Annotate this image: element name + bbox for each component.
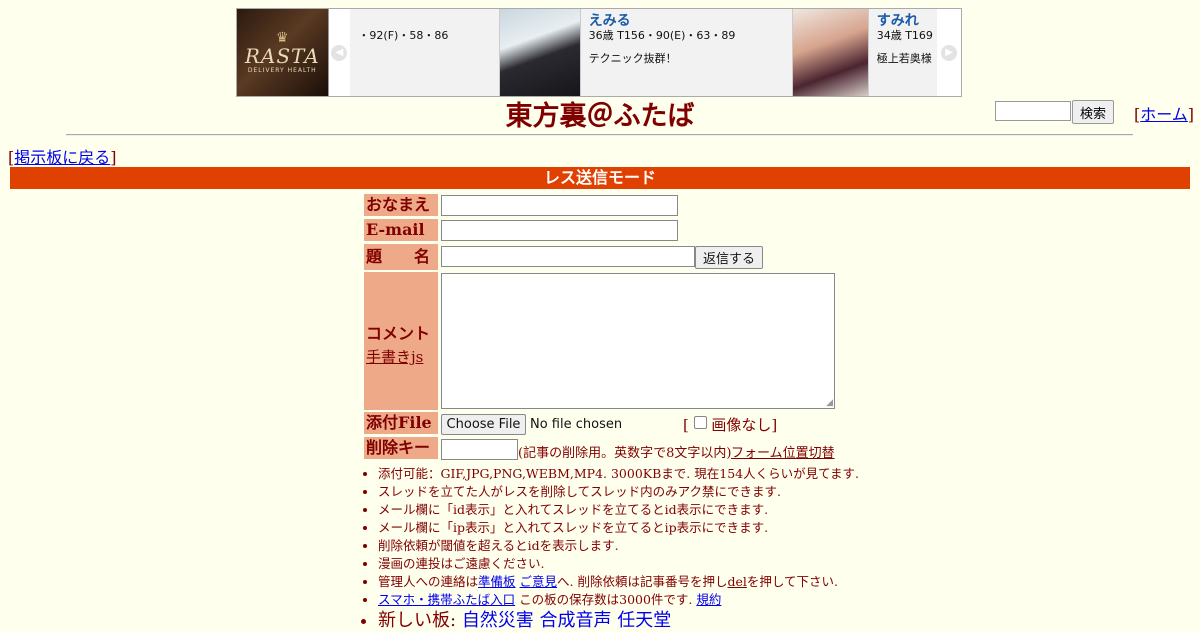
contact-text-2: へ. 削除依頼は記事番号を押し [557,574,728,589]
ad-slide-name[interactable]: えみる [589,13,736,29]
handwrite-js-link[interactable]: 手書きjs [366,346,438,367]
no-file-chosen-text: No file chosen [530,417,623,432]
ad-slide[interactable]: ・92(F)・58・86 [350,9,500,96]
board-link[interactable]: 任天堂 [617,610,671,631]
chevron-right-icon: ▶ [941,44,958,61]
ad-slide[interactable]: すみれ 34歳 T169 極上若奥様 [793,9,938,96]
ad-photo[interactable] [793,9,869,96]
delete-key-input[interactable] [441,439,518,460]
comment-label: コメント [366,324,431,343]
new-boards-label: 新しい板: [378,610,457,631]
no-image-option: [ 画像なし] [683,416,778,434]
ad-slide-stats: 34歳 T169 [876,29,933,42]
ad-photo[interactable] [499,9,581,96]
prep-board-link[interactable]: 準備板 [478,574,516,589]
list-item: 管理人への連絡は準備板 ご意見へ. 削除依頼は記事番号を押しdelを押して下さい… [378,573,859,591]
subject-input[interactable] [441,246,695,267]
crown-icon: ♛ [275,30,289,46]
list-item: メール欄に「id表示」と入れてスレッドを立てるとid表示にできます. [378,501,859,519]
divider [66,134,1133,136]
ad-slide-name[interactable]: すみれ [877,13,929,29]
ad-slide[interactable]: えみる 36歳 T156・90(E)・63・89 テクニック抜群！ [499,9,794,96]
ad-slide-stats: 36歳 T156・90(E)・63・89 [588,29,736,42]
back-link-wrapper: [掲示板に戻る] [8,148,117,167]
ad-banner[interactable]: ♛ RASTA DELIVERY HEALTH ◀ ・92(F)・58・86 え… [236,8,962,97]
board-link[interactable]: 合成音声 [540,610,612,631]
email-input[interactable] [441,220,678,241]
email-label: E-mail [364,219,438,241]
choose-file-button[interactable]: Choose File [441,414,526,435]
ad-logo-name: RASTA [244,44,320,68]
submit-reply-button[interactable]: 返信する [695,246,763,269]
delkey-note: (記事の削除用。英数字で8文字以内) [518,446,732,461]
ad-logo[interactable]: ♛ RASTA DELIVERY HEALTH [237,9,329,96]
ad-logo-sub: DELIVERY HEALTH [247,67,317,74]
ad-slide-desc: 極上若奥様 [876,52,932,65]
contact-text: 管理人への連絡は [378,574,479,589]
list-item: メール欄に「ip表示」と入れてスレッドを立てるとip表示にできます. [378,519,859,537]
carousel-prev-button[interactable]: ◀ [328,9,351,96]
search-input[interactable] [995,101,1071,121]
carousel-next-button[interactable]: ▶ [937,9,961,96]
resize-handle-icon[interactable]: ◢ [826,399,833,408]
save-count-text: この板の保存数は3000件です. [519,592,693,607]
name-input[interactable] [441,195,678,216]
rules-link[interactable]: 規約 [696,592,721,607]
feedback-link[interactable]: ご意見 [520,574,558,589]
contact-text-3: を押して下さい. [746,574,838,589]
board-link[interactable]: 自然災害 [462,610,534,631]
mobile-entrance-link[interactable]: スマホ・携帯ふたば入口 [378,592,515,607]
name-label: おなまえ [364,194,438,216]
list-item: 添付可能：GIF,JPG,PNG,WEBM,MP4. 3000KBまで. 現在1… [378,465,859,483]
del-link[interactable]: del [727,574,746,589]
list-item: スマホ・携帯ふたば入口 この板の保存数は3000件です. 規約 [378,591,859,609]
subject-label: 題 名 [364,244,438,270]
delkey-label: 削除キー [364,437,438,459]
form-position-switch-link[interactable]: フォーム位置切替 [731,442,835,461]
home-link-wrapper: [ホーム] [1134,105,1195,124]
file-label: 添付File [364,412,438,434]
ad-slide-desc: テクニック抜群！ [588,52,677,65]
comment-label-cell: コメント 手書きjs [364,272,438,410]
mode-bar: レス送信モード [10,167,1190,189]
ad-slide-stats: ・92(F)・58・86 [358,29,449,42]
back-to-board-link[interactable]: 掲示板に戻る [14,148,110,167]
notes-list: 添付可能：GIF,JPG,PNG,WEBM,MP4. 3000KBまで. 現在1… [360,465,859,633]
search-button[interactable]: 検索 [1072,100,1114,124]
list-item: 漫画の連投はご遠慮ください. [378,555,859,573]
list-item: 新しい板: 自然災害 合成音声 任天堂 [378,609,859,633]
no-image-label[interactable]: 画像なし [711,416,771,434]
home-link[interactable]: ホーム [1140,105,1188,124]
chevron-left-icon: ◀ [331,44,348,61]
list-item: スレッドを立てた人がレスを削除してスレッド内のみアク禁にできます. [378,483,859,501]
no-image-checkbox[interactable] [693,416,707,429]
list-item: 削除依頼が閾値を超えるとidを表示します. [378,537,859,555]
comment-textarea[interactable]: ◢ [441,273,835,409]
